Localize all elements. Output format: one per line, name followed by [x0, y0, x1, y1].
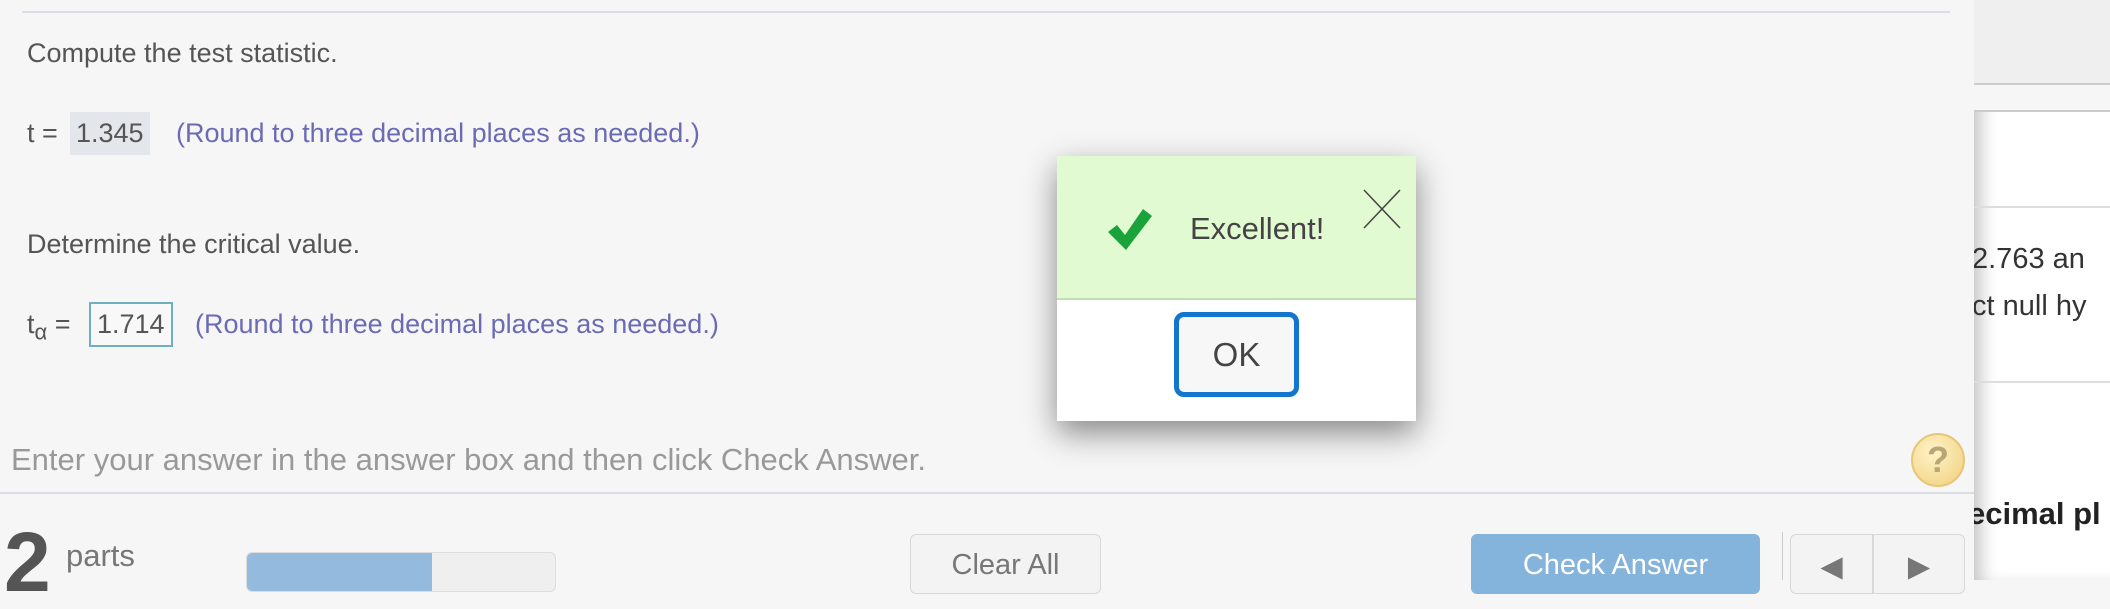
close-icon[interactable] — [1362, 188, 1402, 230]
question-mark-icon: ? — [1927, 439, 1949, 480]
parts-count: 2 — [4, 515, 51, 609]
side-text-line: ct null hy — [1974, 290, 2087, 322]
parts-label: parts — [66, 538, 135, 573]
check-answer-button[interactable]: Check Answer — [1471, 534, 1760, 594]
alpha-subscript: α — [34, 319, 48, 345]
divider — [1974, 206, 2110, 208]
t-symbol: t — [27, 309, 35, 339]
ok-button[interactable]: OK — [1174, 312, 1299, 397]
side-band — [1974, 85, 2110, 110]
checkmark-icon — [1108, 209, 1152, 250]
equals-sign: = — [54, 309, 71, 339]
dialog-header: Excellent! — [1057, 156, 1416, 300]
divider — [1782, 532, 1783, 580]
previous-button[interactable]: ◀ — [1790, 534, 1873, 594]
divider — [1974, 381, 2110, 383]
divider — [0, 492, 1974, 494]
side-panel: 2.763 an ct null hy ecimal pl — [1974, 0, 2110, 580]
progress-fill — [247, 553, 432, 591]
part2-hint: (Round to three decimal places as needed… — [195, 309, 719, 339]
part1-prompt: Compute the test statistic. — [27, 38, 338, 68]
clear-all-button[interactable]: Clear All — [910, 534, 1101, 594]
triangle-right-icon: ▶ — [1907, 551, 1931, 583]
part1-label: t = — [27, 118, 58, 148]
part1-hint: (Round to three decimal places as needed… — [176, 118, 700, 148]
question-panel: Compute the test statistic. t = 1.345 (R… — [0, 0, 1974, 604]
side-text-line: ecimal pl — [1974, 496, 2101, 531]
help-button[interactable]: ? — [1911, 433, 1965, 487]
divider — [1974, 110, 2110, 112]
dialog-message: Excellent! — [1190, 211, 1325, 246]
part2-label: tα = — [27, 309, 71, 345]
progress-bar — [246, 552, 556, 592]
triangle-left-icon: ◀ — [1820, 551, 1843, 583]
divider — [22, 11, 1950, 13]
feedback-dialog: Excellent! OK — [1057, 156, 1416, 421]
side-header — [1974, 0, 2110, 83]
part2-prompt: Determine the critical value. — [27, 229, 361, 259]
next-button[interactable]: ▶ — [1873, 534, 1965, 594]
part2-answer-input[interactable]: 1.714 — [89, 302, 173, 347]
side-text-line: 2.763 an — [1974, 243, 2085, 275]
instruction-text: Enter your answer in the answer box and … — [11, 442, 926, 477]
part1-answer-box[interactable]: 1.345 — [70, 112, 150, 155]
